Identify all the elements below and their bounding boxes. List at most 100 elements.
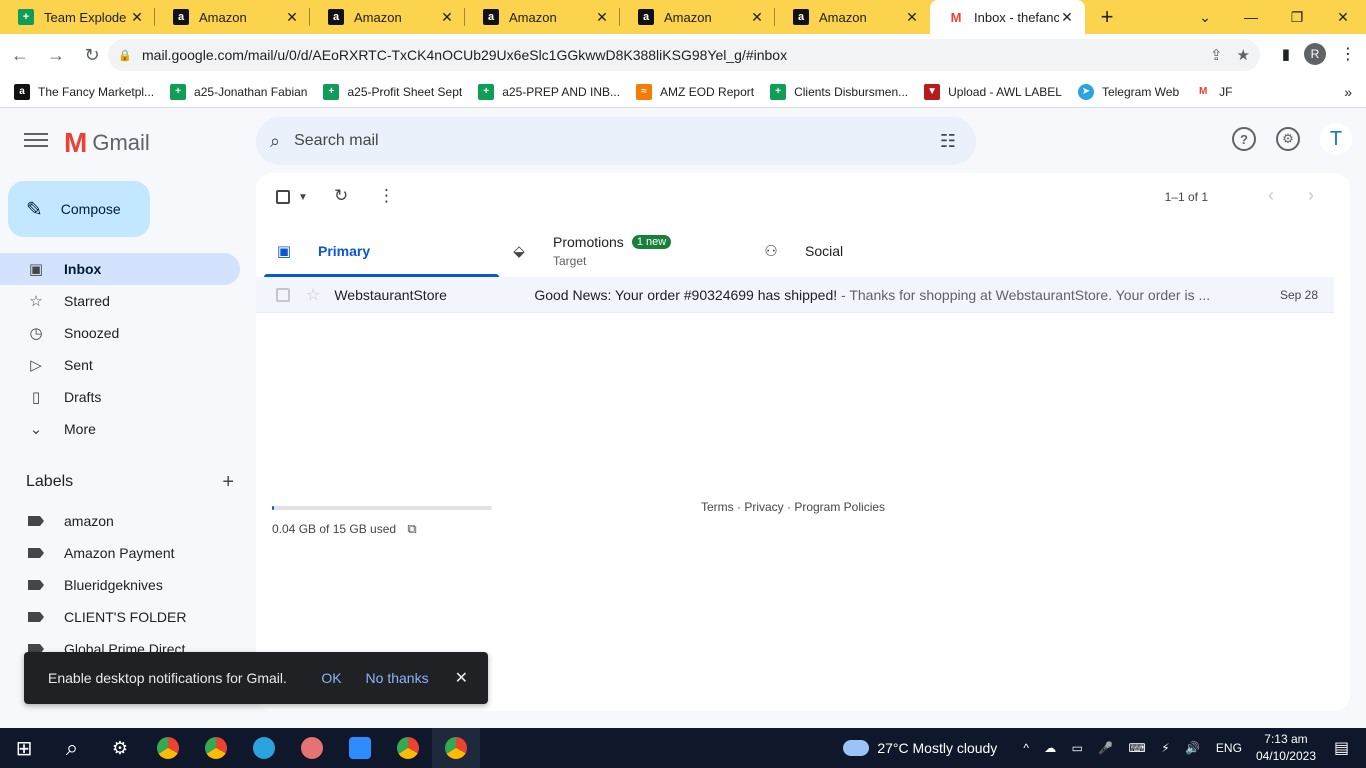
- browser-tab[interactable]: a Amazon ✕: [775, 0, 930, 34]
- category-tabs: ▣ Primary ⬙ Promotions 1 new Target ⚇ So…: [264, 225, 1342, 277]
- open-external-icon[interactable]: ⧉: [407, 521, 416, 536]
- select-dropdown-icon[interactable]: ▼: [298, 192, 308, 203]
- bookmark-item[interactable]: ▼ Upload - AWL LABEL: [924, 83, 1062, 100]
- profile-avatar[interactable]: R: [1304, 43, 1326, 65]
- tab-promotions[interactable]: ⬙ Promotions 1 new Target: [499, 225, 751, 277]
- select-all-checkbox[interactable]: [276, 190, 290, 204]
- bookmark-item[interactable]: + Clients Disbursmen...: [770, 83, 908, 100]
- chrome-icon[interactable]: [192, 728, 240, 768]
- tray-icons[interactable]: ^ ☁ ▭ 🎤 ⌨ ⚡ 🔊: [1023, 741, 1206, 755]
- sidebar-item-inbox[interactable]: ▣ Inbox: [0, 253, 240, 285]
- windows-start-icon[interactable]: ⊞: [0, 728, 48, 768]
- tab-primary[interactable]: ▣ Primary: [264, 225, 499, 277]
- telegram-icon[interactable]: [240, 728, 288, 768]
- sidebar-item-sent[interactable]: ▷ Sent: [0, 349, 240, 381]
- label-item[interactable]: amazon: [0, 505, 256, 537]
- refresh-icon[interactable]: ↻: [334, 186, 348, 206]
- ok-button[interactable]: OK: [321, 670, 341, 686]
- minimize-button[interactable]: —: [1228, 0, 1274, 34]
- email-checkbox[interactable]: [276, 287, 290, 302]
- close-icon[interactable]: ✕: [1059, 9, 1075, 26]
- close-icon[interactable]: ✕: [129, 9, 145, 26]
- restore-button[interactable]: ❐: [1274, 0, 1320, 34]
- chrome-icon[interactable]: [432, 728, 480, 768]
- tab-title: Amazon: [354, 9, 402, 25]
- label-name: amazon: [64, 513, 114, 529]
- search-options-icon[interactable]: ☷: [940, 131, 956, 152]
- menu-kebab-icon[interactable]: ⋮: [1340, 44, 1356, 64]
- sidebar-item-label: Inbox: [64, 261, 102, 277]
- close-icon[interactable]: ✕: [439, 9, 455, 26]
- close-icon[interactable]: ✕: [455, 668, 468, 688]
- bookmark-item[interactable]: + a25-Profit Sheet Sept: [323, 83, 462, 100]
- language-indicator[interactable]: ENG: [1216, 741, 1242, 755]
- zoom-icon[interactable]: [336, 728, 384, 768]
- clock[interactable]: 7:13 am 04/10/2023: [1256, 731, 1316, 765]
- chrome-icon[interactable]: [144, 728, 192, 768]
- browser-tab-active[interactable]: M Inbox - thefancy ✕: [930, 0, 1085, 34]
- back-button[interactable]: ←: [4, 39, 36, 71]
- help-icon[interactable]: ?: [1232, 127, 1256, 151]
- browser-tab[interactable]: a Amazon ✕: [620, 0, 775, 34]
- tab-label: Social: [805, 243, 844, 259]
- window-close-button[interactable]: ✕: [1320, 0, 1366, 34]
- browser-tab[interactable]: a Amazon ✕: [310, 0, 465, 34]
- footer-links[interactable]: Terms · Privacy · Program Policies: [701, 500, 885, 514]
- settings-gear-icon[interactable]: ⚙: [1276, 127, 1300, 151]
- address-bar[interactable]: 🔒 mail.google.com/mail/u/0/d/AEoRXRTC-Tx…: [108, 39, 1260, 71]
- browser-tab[interactable]: a Amazon ✕: [155, 0, 310, 34]
- bookmark-item[interactable]: M JF: [1195, 83, 1232, 100]
- email-row[interactable]: ☆ WebstaurantStore Good News: Your order…: [256, 277, 1334, 313]
- sidebar-item-starred[interactable]: ☆ Starred: [0, 285, 240, 317]
- new-tab-button[interactable]: +: [1085, 0, 1129, 34]
- app-icon[interactable]: [288, 728, 336, 768]
- storage-usage[interactable]: 0.04 GB of 15 GB used ⧉: [272, 521, 417, 537]
- gmail-logo[interactable]: M Gmail: [64, 127, 150, 159]
- bookmark-item[interactable]: a The Fancy Marketpl...: [14, 83, 154, 100]
- browser-tab[interactable]: a Amazon ✕: [465, 0, 620, 34]
- close-icon[interactable]: ✕: [904, 9, 920, 26]
- older-chevron-right-icon[interactable]: ›: [1308, 185, 1314, 206]
- main-menu-button[interactable]: [24, 129, 48, 153]
- sidebar-item-drafts[interactable]: ▯ Drafts: [0, 381, 240, 413]
- compose-button[interactable]: ✎ Compose: [8, 181, 150, 237]
- weather-widget[interactable]: 27°C Mostly cloudy: [843, 740, 997, 756]
- label-item[interactable]: Blueridgeknives: [0, 569, 256, 601]
- settings-gear-icon[interactable]: ⚙: [96, 728, 144, 768]
- tab-social[interactable]: ⚇ Social: [751, 225, 986, 277]
- tab-search-icon[interactable]: ⌄: [1182, 0, 1228, 34]
- more-options-icon[interactable]: ⋮: [378, 186, 395, 206]
- no-thanks-button[interactable]: No thanks: [366, 670, 429, 686]
- search-icon[interactable]: ⌕: [270, 131, 280, 152]
- close-icon[interactable]: ✕: [594, 9, 610, 26]
- bookmark-star-icon[interactable]: ★: [1237, 46, 1250, 64]
- account-avatar[interactable]: T: [1320, 123, 1352, 155]
- star-icon[interactable]: ☆: [306, 285, 320, 305]
- search-input[interactable]: [294, 132, 940, 150]
- label-item[interactable]: Amazon Payment: [0, 537, 256, 569]
- forward-button[interactable]: →: [40, 39, 72, 71]
- search-icon[interactable]: ⌕: [48, 728, 96, 768]
- side-panel-icon[interactable]: ▮: [1282, 45, 1290, 63]
- notification-center-icon[interactable]: ▤: [1334, 738, 1358, 758]
- search-bar[interactable]: ⌕ ☷: [256, 117, 976, 165]
- reload-button[interactable]: ↻: [76, 39, 108, 71]
- add-label-icon[interactable]: +: [222, 471, 234, 494]
- close-icon[interactable]: ✕: [749, 9, 765, 26]
- chevron-right-double-icon[interactable]: »: [1344, 84, 1352, 100]
- close-icon[interactable]: ✕: [284, 9, 300, 26]
- sidebar-item-more[interactable]: ⌄ More: [0, 413, 240, 445]
- newer-chevron-left-icon[interactable]: ‹: [1268, 185, 1274, 206]
- sidebar-item-snoozed[interactable]: ◷ Snoozed: [0, 317, 240, 349]
- bookmark-item[interactable]: ➤ Telegram Web: [1077, 83, 1179, 100]
- bookmark-item[interactable]: ≈ AMZ EOD Report: [636, 83, 754, 100]
- amazon-icon: a: [14, 83, 30, 100]
- lock-icon[interactable]: 🔒: [118, 49, 132, 62]
- url-text[interactable]: mail.google.com/mail/u/0/d/AEoRXRTC-TxCK…: [142, 47, 1210, 63]
- bookmark-item[interactable]: + a25-PREP AND INB...: [478, 83, 620, 100]
- share-icon[interactable]: ⇪: [1210, 46, 1223, 64]
- bookmark-item[interactable]: + a25-Jonathan Fabian: [170, 83, 307, 100]
- chrome-icon[interactable]: [384, 728, 432, 768]
- browser-tab[interactable]: + Team Explode Pr ✕: [0, 0, 155, 34]
- label-item[interactable]: CLIENT'S FOLDER: [0, 601, 256, 633]
